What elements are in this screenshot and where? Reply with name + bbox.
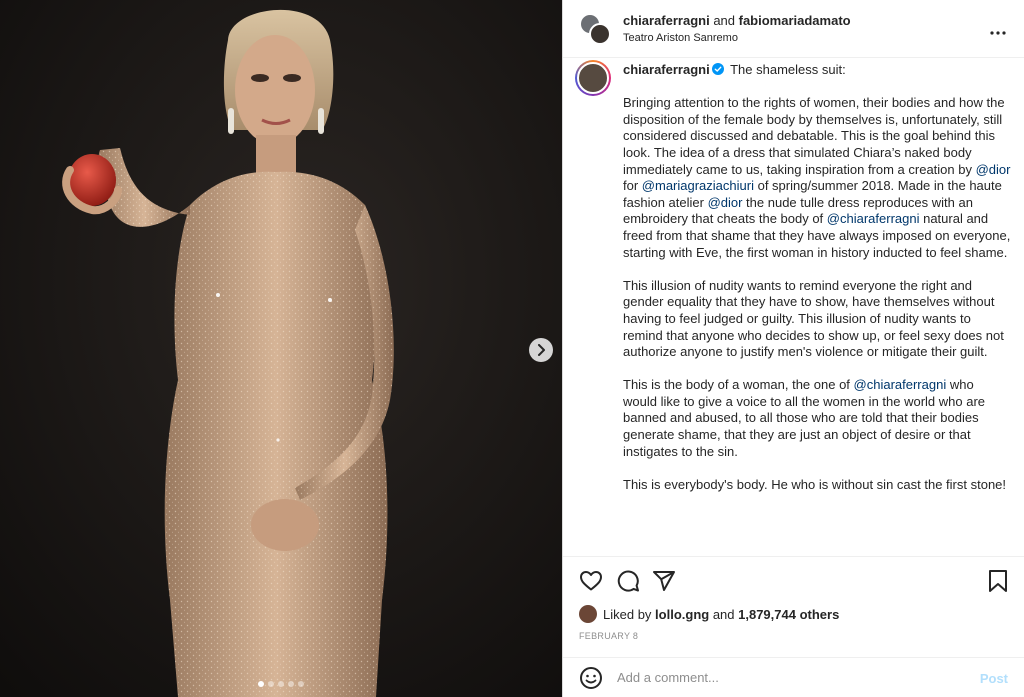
- caption-username[interactable]: chiaraferragni: [623, 62, 710, 77]
- mention-link[interactable]: @dior: [976, 162, 1011, 177]
- more-options-button[interactable]: [990, 22, 1006, 40]
- caption-text-segment: Bringing attention to the rights of wome…: [623, 95, 1005, 177]
- post-date[interactable]: FEBRUARY 8: [579, 631, 638, 641]
- comment-input[interactable]: [617, 670, 957, 685]
- mention-link[interactable]: @dior: [708, 195, 743, 210]
- post-header: chiaraferragni and fabiomariadamato Teat…: [563, 0, 1024, 58]
- comment-button[interactable]: [616, 569, 640, 598]
- caption-avatar[interactable]: [575, 60, 611, 96]
- post-details-panel: chiaraferragni and fabiomariadamato Teat…: [562, 0, 1024, 697]
- caption-title: The shameless suit:: [730, 62, 846, 77]
- carousel-dot: [298, 681, 304, 687]
- caption-paragraph: Bringing attention to the rights of wome…: [623, 95, 1011, 261]
- liker-username[interactable]: lollo.gng: [655, 607, 709, 622]
- likes-count[interactable]: 1,879,744 others: [738, 607, 839, 622]
- mention-link[interactable]: @chiaraferragni: [854, 377, 947, 392]
- caption-paragraph: This is everybody's body. He who is with…: [623, 476, 1007, 492]
- carousel-dot: [278, 681, 284, 687]
- save-button[interactable]: [988, 569, 1008, 598]
- comment-bar: Post: [563, 657, 1024, 697]
- location-link[interactable]: Teatro Ariston Sanremo: [623, 32, 851, 44]
- comment-icon: [617, 570, 639, 592]
- caption-text-segment: This is the body of a woman, the one of: [623, 377, 854, 393]
- caption-scroll-area[interactable]: chiaraferragni The shameless suit: Bring…: [563, 58, 1024, 556]
- carousel-indicator: [0, 681, 562, 687]
- more-icon: [990, 31, 1006, 35]
- share-icon: [653, 571, 675, 591]
- avatar: [589, 22, 611, 45]
- heart-icon: [580, 571, 602, 591]
- verified-icon: [711, 63, 724, 75]
- authors-conjunction: and: [709, 13, 739, 28]
- post-actions-bar: [563, 556, 1024, 604]
- avatar: [577, 62, 609, 94]
- likes-conjunction: and: [709, 606, 739, 622]
- collab-avatars[interactable]: [579, 12, 611, 45]
- post-authors: chiaraferragni and fabiomariadamato: [623, 13, 851, 28]
- photo-illustration: [0, 0, 562, 697]
- caption-paragraph: This illusion of nudity wants to remind …: [623, 277, 1004, 360]
- carousel-dot: [268, 681, 274, 687]
- caption-text: chiaraferragni The shameless suit: Bring…: [623, 62, 1011, 493]
- likes-summary: Liked by lollo.gng and 1,879,744 others: [579, 605, 839, 623]
- carousel-dot: [258, 681, 264, 687]
- mention-link[interactable]: @chiaraferragni: [827, 211, 920, 226]
- carousel-dot: [288, 681, 294, 687]
- author-link[interactable]: chiaraferragni: [623, 13, 710, 28]
- chevron-right-icon: [538, 344, 545, 356]
- likes-prefix: Liked by: [603, 606, 652, 622]
- avatar[interactable]: [579, 605, 597, 623]
- caption-text-segment: for: [623, 178, 642, 194]
- mention-link[interactable]: @mariagraziachiuri: [642, 178, 754, 193]
- author-link[interactable]: fabiomariadamato: [739, 13, 851, 28]
- share-button[interactable]: [652, 569, 676, 598]
- bookmark-icon: [989, 570, 1007, 592]
- carousel-next-button[interactable]: [529, 338, 553, 362]
- emoji-icon[interactable]: [579, 666, 603, 690]
- post-image[interactable]: [0, 0, 562, 697]
- post-comment-button[interactable]: Post: [980, 671, 1008, 686]
- caption-paragraph: This is the body of a woman, the one of …: [623, 377, 1011, 460]
- like-button[interactable]: [579, 569, 603, 598]
